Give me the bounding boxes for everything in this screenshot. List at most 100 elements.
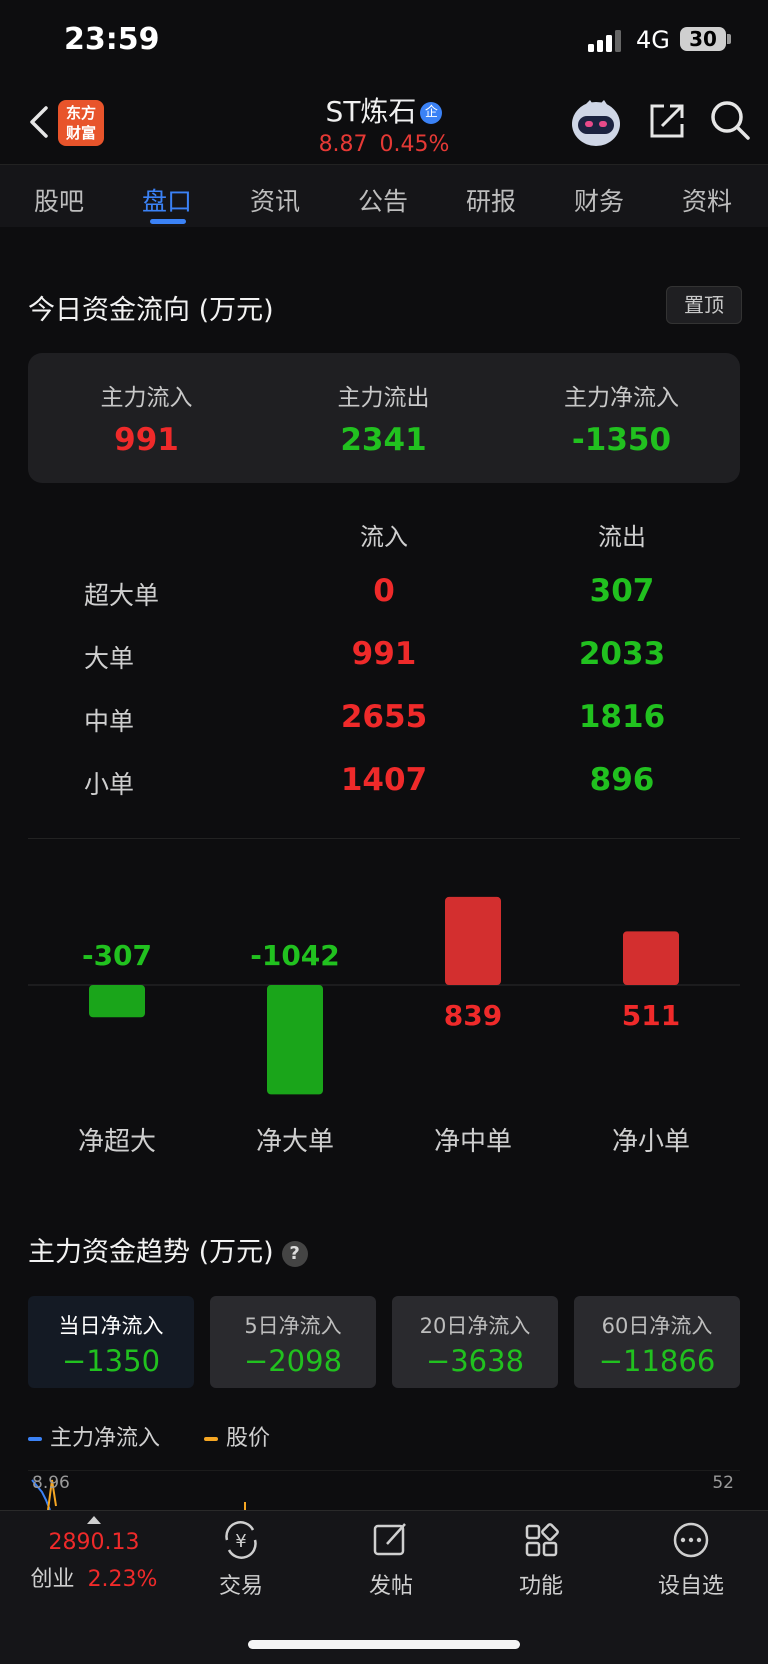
row-out-value: 307 — [589, 573, 655, 609]
chart-value-label-1: -1042 — [250, 939, 340, 972]
trend-section-title: 主力资金趋势 (万元)? — [28, 1230, 308, 1269]
legend-price: 股价 — [204, 1420, 270, 1452]
watchlist-icon — [673, 1522, 709, 1558]
nav-trade[interactable]: ¥ 交易 — [186, 1520, 296, 1600]
tab-profile[interactable]: 资料 — [682, 182, 732, 218]
net-flow-bar-chart: -307 净超大 -1042 净大单 839 净中单 511 净小单 — [28, 896, 740, 1157]
legend-swatch-orange — [204, 1437, 218, 1441]
period-value: −2098 — [243, 1344, 343, 1378]
chart-bar-0 — [89, 985, 145, 1018]
summary-label: 主力流出 — [337, 385, 430, 411]
period-tab-today[interactable]: 当日净流入 −1350 — [28, 1296, 194, 1388]
trend-axis-left: 8.96 — [32, 1473, 70, 1493]
index-change: 2.23% — [87, 1567, 158, 1592]
tab-announcement[interactable]: 公告 — [358, 182, 408, 218]
period-label: 60日净流入 — [601, 1314, 713, 1338]
tab-guba[interactable]: 股吧 — [34, 182, 84, 218]
network-label: 4G — [636, 26, 670, 54]
index-ticker[interactable]: 2890.13 创业 2.23% — [24, 1516, 164, 1593]
svg-text:¥: ¥ — [235, 1531, 246, 1552]
status-time: 23:59 — [64, 22, 160, 57]
summary-value: -1350 — [571, 422, 672, 458]
period-value: −11866 — [598, 1344, 716, 1378]
chart-bar-2 — [445, 896, 501, 985]
summary-main-net: 主力净流入 -1350 — [503, 378, 740, 458]
chart-bar-3 — [623, 931, 679, 985]
signal-icon — [588, 30, 621, 52]
legend-main-net: 主力净流入 — [28, 1420, 160, 1452]
summary-value: 2341 — [340, 422, 427, 458]
battery-icon: 30 — [680, 27, 726, 51]
period-label: 当日净流入 — [58, 1314, 164, 1338]
row-label: 小单 — [84, 770, 135, 799]
summary-main-outflow: 主力流出 2341 — [265, 378, 502, 458]
row-in-value: 0 — [373, 573, 395, 609]
chart-value-label-2: 839 — [444, 999, 502, 1032]
nav-post[interactable]: 发帖 — [336, 1520, 446, 1600]
legend-label: 股价 — [226, 1426, 271, 1451]
nav-function[interactable]: 功能 — [486, 1520, 596, 1600]
chart-bar-1 — [267, 985, 323, 1095]
legend-swatch-blue — [28, 1437, 42, 1441]
summary-label: 主力流入 — [100, 385, 193, 411]
period-tab-60d[interactable]: 60日净流入 −11866 — [574, 1296, 740, 1388]
search-icon[interactable] — [708, 98, 752, 142]
period-label: 20日净流入 — [419, 1314, 531, 1338]
index-value: 2890.13 — [48, 1530, 140, 1555]
period-label: 5日净流入 — [244, 1314, 342, 1338]
tab-news[interactable]: 资讯 — [250, 182, 300, 218]
stock-price: 8.87 — [318, 132, 368, 157]
trend-axis-right: 52 — [712, 1473, 734, 1493]
period-value: −3638 — [425, 1344, 525, 1378]
section-divider — [28, 838, 740, 839]
row-label: 超大单 — [84, 581, 160, 610]
row-in-value: 991 — [351, 636, 417, 672]
assistant-robot-icon[interactable] — [568, 96, 624, 150]
tab-research[interactable]: 研报 — [466, 182, 516, 218]
post-icon — [373, 1523, 406, 1556]
nav-label: 设自选 — [657, 1574, 724, 1599]
flow-section-title: 今日资金流向 (万元) — [28, 295, 274, 326]
chart-category-label-2: 净中单 — [434, 1127, 512, 1157]
nav-label: 功能 — [518, 1574, 563, 1599]
nav-label: 发帖 — [368, 1574, 413, 1599]
summary-value: 991 — [114, 422, 179, 458]
index-name: 创业 — [30, 1567, 75, 1592]
period-tab-20d[interactable]: 20日净流入 −3638 — [392, 1296, 558, 1388]
nav-label: 交易 — [218, 1574, 263, 1599]
tab-finance[interactable]: 财务 — [574, 182, 624, 218]
battery-tip — [727, 34, 731, 44]
summary-main-inflow: 主力流入 991 — [28, 378, 265, 458]
home-indicator — [248, 1640, 520, 1649]
row-out-value: 2033 — [578, 636, 666, 672]
trend-title: 主力资金趋势 (万元) — [28, 1237, 274, 1268]
summary-label: 主力净流入 — [564, 385, 679, 411]
help-icon[interactable]: ? — [281, 1240, 308, 1267]
expand-up-icon — [87, 1516, 101, 1524]
trend-chart-preview: 8.96 52 — [28, 1470, 740, 1510]
column-header-in: 流入 — [360, 523, 408, 551]
chart-category-label-0: 净超大 — [78, 1127, 156, 1157]
stock-name: ST炼石 — [325, 95, 417, 128]
row-out-value: 1816 — [578, 699, 666, 735]
row-label: 中单 — [84, 707, 135, 736]
stock-change: 0.45% — [379, 132, 450, 157]
chart-category-label-3: 净小单 — [612, 1127, 690, 1157]
share-icon[interactable] — [646, 100, 688, 142]
chart-category-label-1: 净大单 — [256, 1127, 334, 1157]
period-tab-5d[interactable]: 5日净流入 −2098 — [210, 1296, 376, 1388]
function-icon — [525, 1523, 559, 1557]
tab-pankou[interactable]: 盘口 — [142, 182, 192, 218]
chart-value-label-0: -307 — [82, 939, 152, 972]
period-value: −1350 — [61, 1344, 161, 1378]
pin-top-button[interactable]: 置顶 — [666, 286, 742, 324]
chart-value-label-3: 511 — [622, 999, 680, 1032]
column-header-out: 流出 — [598, 523, 646, 551]
row-out-value: 896 — [589, 762, 655, 798]
legend-label: 主力净流入 — [50, 1426, 161, 1451]
row-in-value: 2655 — [340, 699, 428, 735]
trade-icon: ¥ — [225, 1521, 257, 1559]
row-label: 大单 — [84, 644, 135, 673]
nav-watchlist[interactable]: 设自选 — [636, 1520, 746, 1600]
row-in-value: 1407 — [340, 762, 428, 798]
